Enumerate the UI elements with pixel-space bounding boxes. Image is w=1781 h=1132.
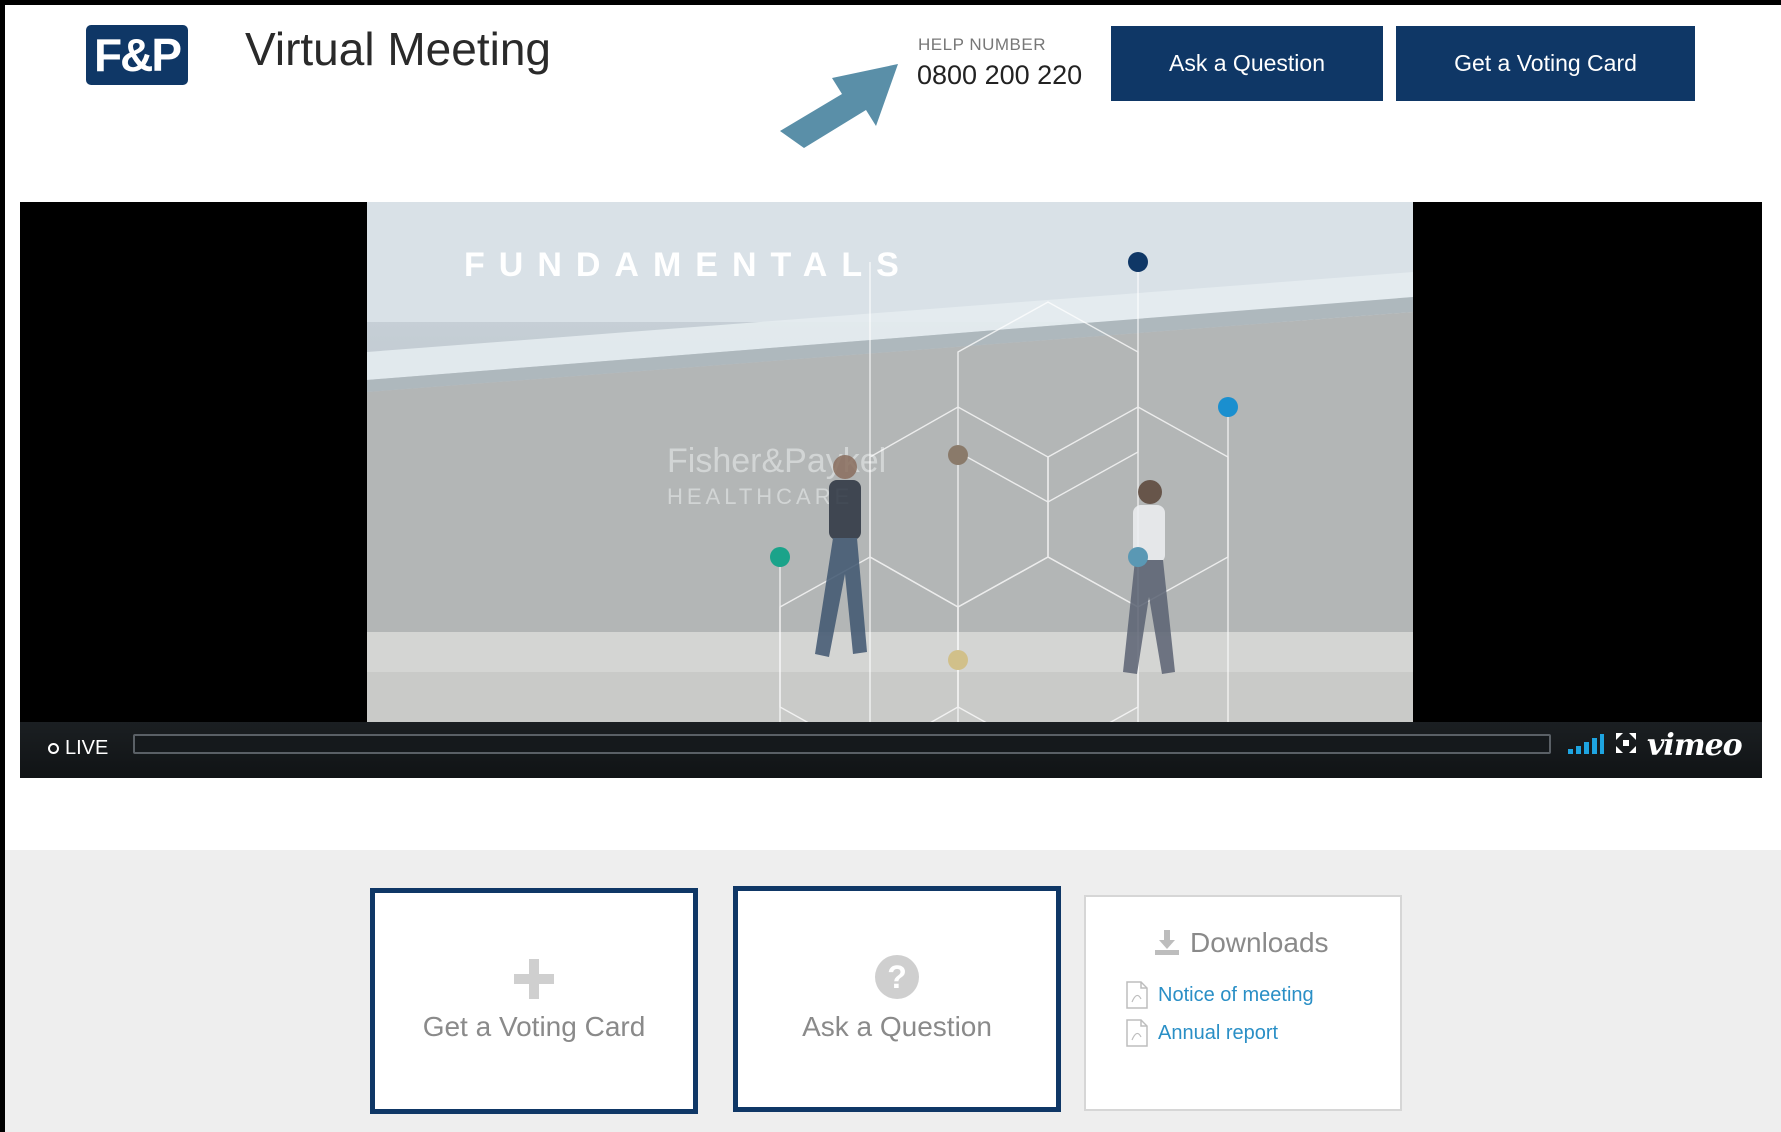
progress-bar[interactable]: [133, 734, 1551, 754]
annual-report-label[interactable]: Annual report: [1158, 1022, 1278, 1045]
video-overlay-title: FUNDAMENTALS: [464, 246, 913, 284]
downloads-panel: Downloads Notice of meeting Annual repor…: [1084, 895, 1402, 1111]
video-controls: LIVE vimeo: [20, 722, 1762, 778]
arrow-annotation-icon: [780, 64, 898, 148]
question-icon: ?: [875, 955, 919, 999]
vimeo-logo[interactable]: vimeo: [1647, 728, 1743, 763]
ask-question-label: Ask a Question: [802, 1011, 992, 1042]
video-frame[interactable]: Fisher&Paykel HEALTHCARE FUNDAMENTALS: [367, 202, 1413, 722]
video-player[interactable]: Fisher&Paykel HEALTHCARE FUNDAMENTALS LI…: [20, 202, 1762, 778]
voting-card-tile[interactable]: Get a Voting Card: [370, 888, 698, 1114]
fullscreen-icon[interactable]: [1616, 733, 1636, 753]
downloads-title: Downloads: [1154, 927, 1329, 959]
help-number: 0800 200 220: [917, 60, 1083, 90]
signal-strength-icon[interactable]: [1568, 734, 1604, 754]
downloads-title-text: Downloads: [1190, 927, 1329, 958]
plus-icon: [514, 959, 554, 999]
page-title: Virtual Meeting: [245, 23, 551, 75]
annual-report-link[interactable]: Annual report: [1126, 1019, 1278, 1047]
notice-of-meeting-link[interactable]: Notice of meeting: [1126, 981, 1314, 1009]
voting-card-label: Get a Voting Card: [422, 1011, 646, 1042]
header-ask-question-button[interactable]: Ask a Question: [1111, 26, 1383, 101]
notice-of-meeting-label[interactable]: Notice of meeting: [1158, 984, 1314, 1007]
svg-text:HEALTHCARE: HEALTHCARE: [667, 484, 853, 509]
ask-question-tile[interactable]: ? Ask a Question: [733, 886, 1061, 1112]
live-dot-icon: [48, 743, 59, 754]
pdf-icon: [1126, 981, 1148, 1009]
live-label: LIVE: [65, 737, 109, 759]
live-indicator: LIVE: [48, 737, 108, 760]
header-voting-card-button[interactable]: Get a Voting Card: [1396, 26, 1695, 101]
download-icon: [1155, 930, 1179, 955]
fp-logo[interactable]: F&P: [86, 25, 188, 85]
pdf-icon: [1126, 1019, 1148, 1047]
help-number-label: HELP NUMBER: [918, 35, 1046, 54]
